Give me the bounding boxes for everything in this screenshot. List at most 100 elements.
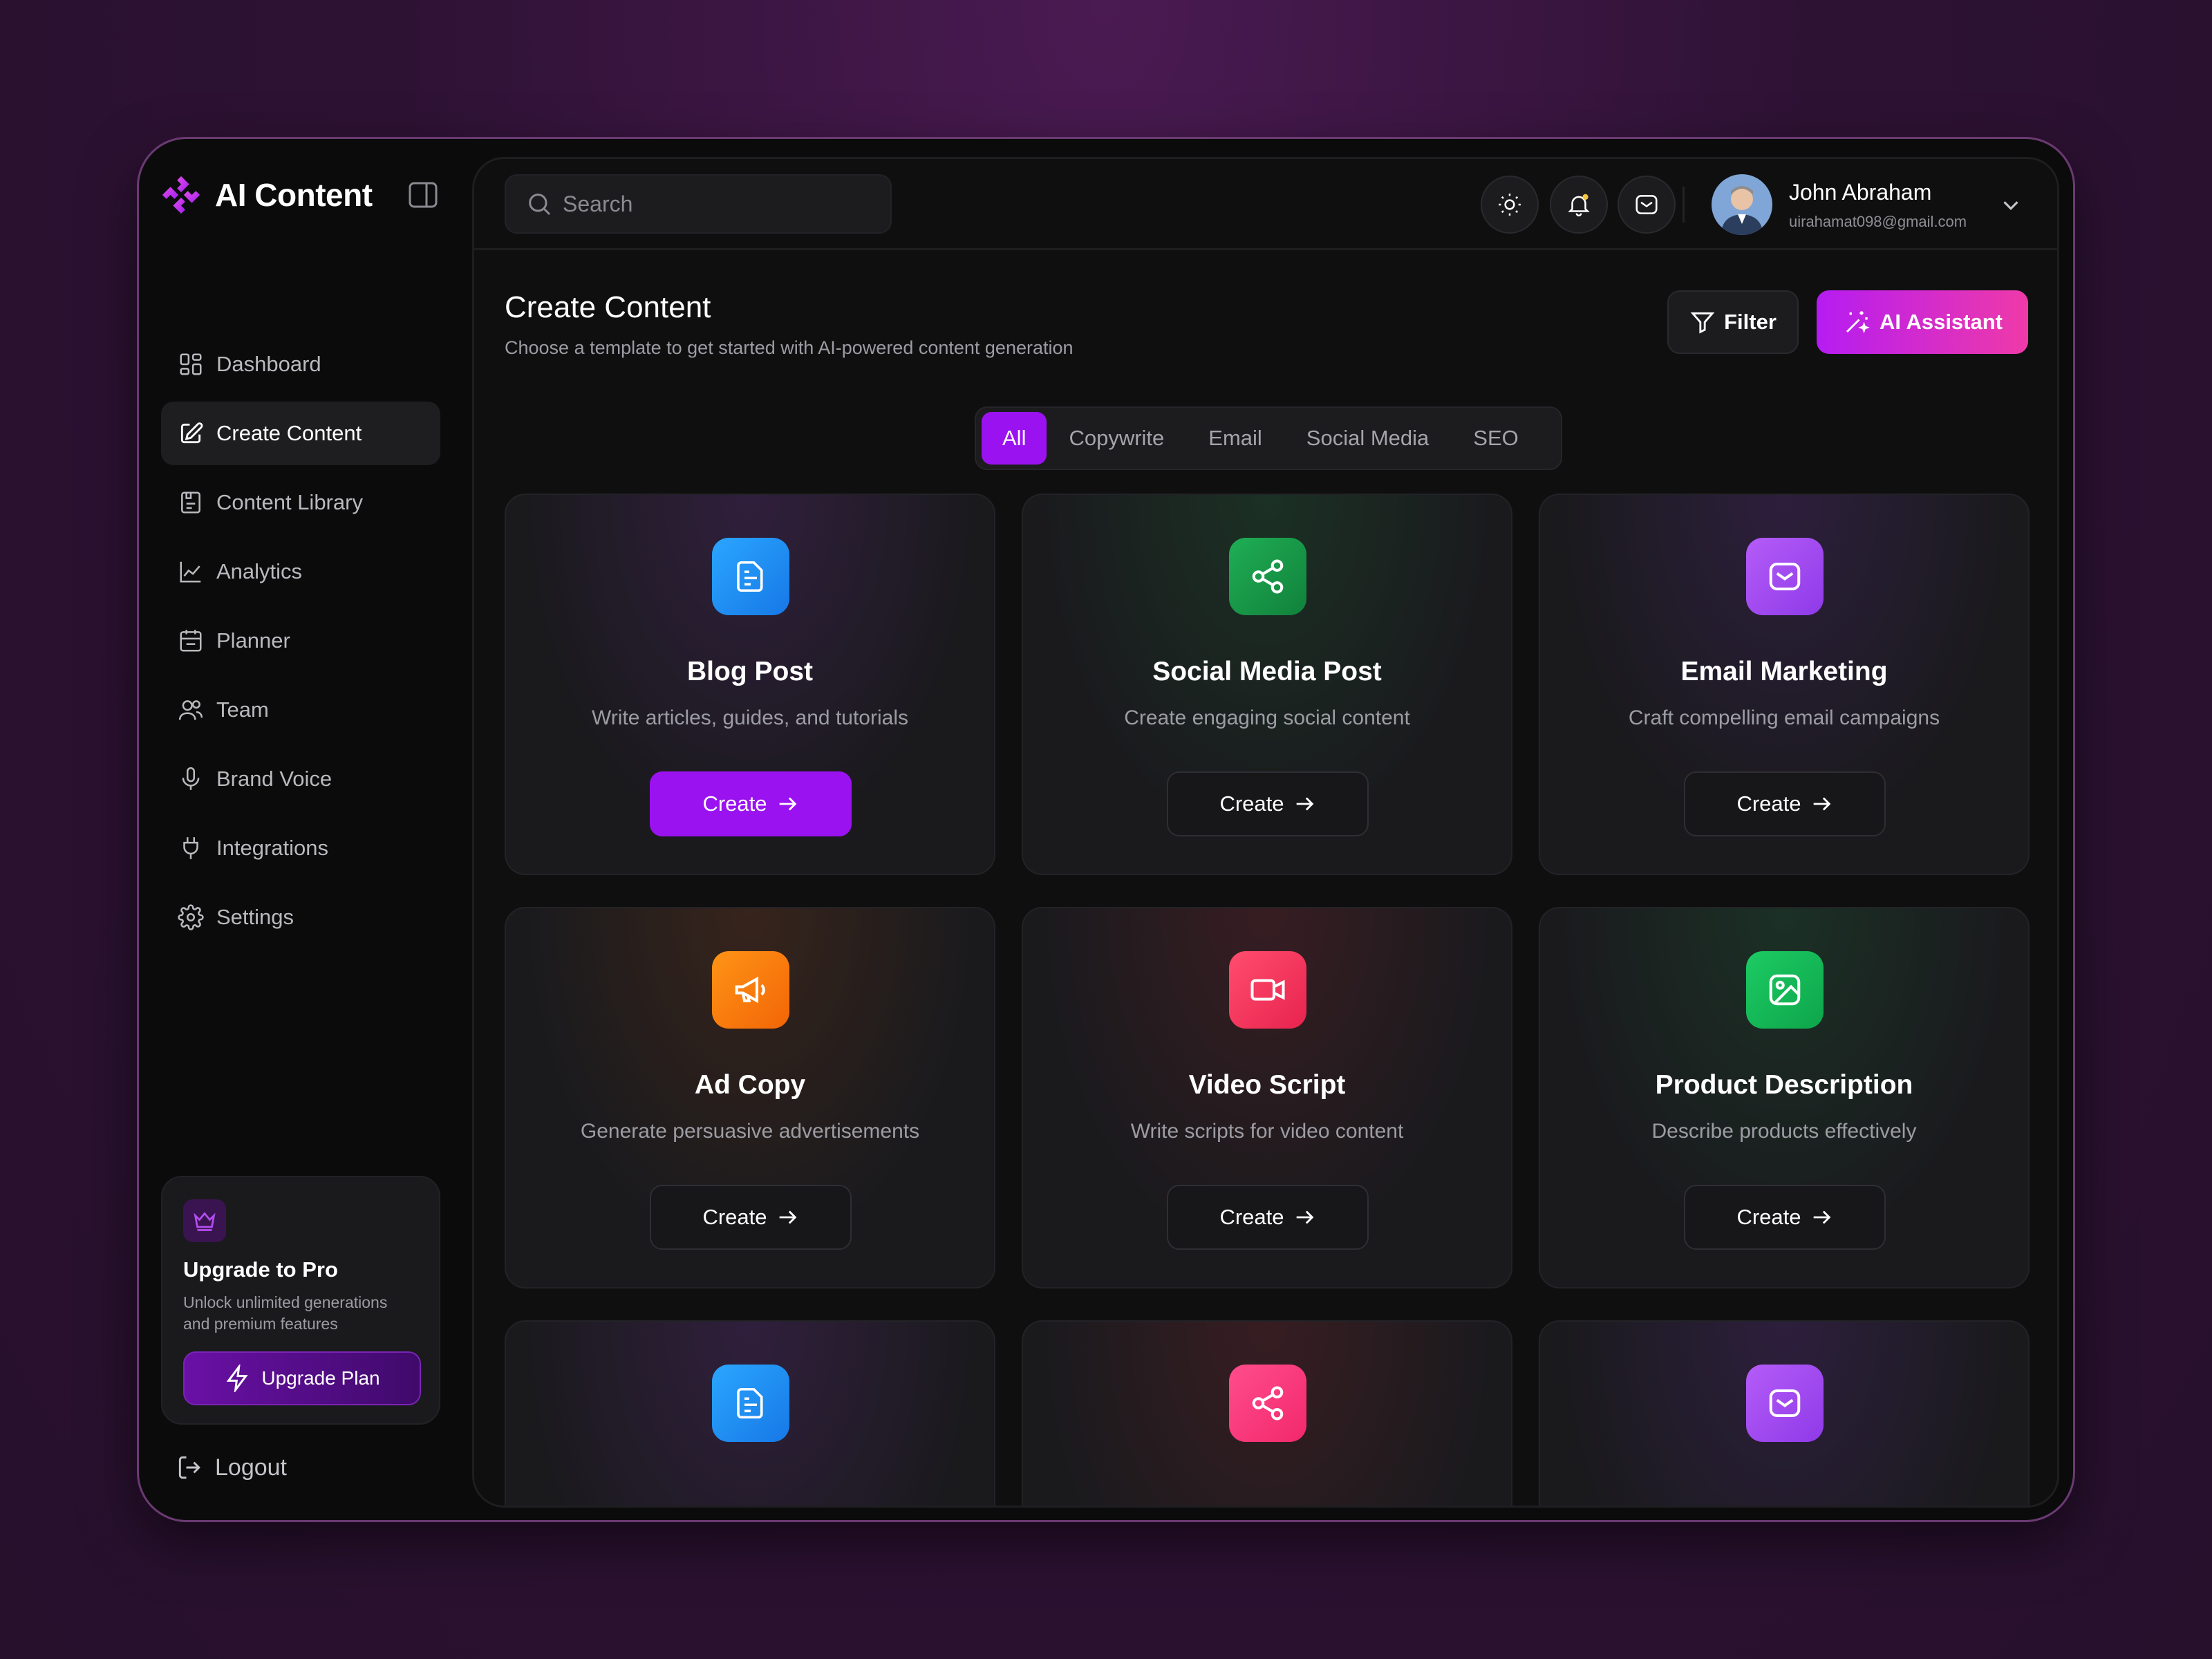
sidebar-item-settings[interactable]: Settings xyxy=(161,885,440,949)
search-icon xyxy=(529,194,551,216)
mail-icon xyxy=(1769,562,1801,591)
sidebar-item-label: Content Library xyxy=(216,490,363,514)
template-card-partial[interactable] xyxy=(1022,1320,1512,1506)
brand[interactable]: AI Content xyxy=(160,174,373,216)
upgrade-card: Upgrade to Pro Unlock unlimited generati… xyxy=(161,1176,440,1425)
arrow-right-icon xyxy=(1813,797,1830,811)
page-subtitle: Choose a template to get started with AI… xyxy=(505,337,1074,358)
sidebar-item-integrations[interactable]: Integrations xyxy=(161,816,440,880)
filter-button[interactable]: Filter xyxy=(1667,290,1799,354)
team-icon xyxy=(178,700,203,720)
upgrade-plan-button[interactable]: Upgrade Plan xyxy=(183,1351,421,1405)
template-card-email-marketing[interactable]: Email Marketing Craft compelling email c… xyxy=(1539,494,2030,875)
bell-icon xyxy=(1568,194,1590,217)
create-button[interactable]: Create xyxy=(1167,771,1369,836)
messages-button[interactable] xyxy=(1618,176,1676,234)
card-icon-box xyxy=(1746,951,1824,1029)
tab-all[interactable]: All xyxy=(982,412,1047,465)
sidebar-item-label: Dashboard xyxy=(216,352,321,376)
card-description: Generate persuasive advertisements xyxy=(580,1120,920,1143)
arrow-right-icon xyxy=(1813,1210,1830,1224)
template-card-ad-copy[interactable]: Ad Copy Generate persuasive advertisemen… xyxy=(505,907,995,1288)
card-title: Social Media Post xyxy=(1152,657,1382,686)
arrow-right-icon xyxy=(1296,797,1313,811)
create-button[interactable]: Create xyxy=(1684,1185,1886,1250)
card-description: Write scripts for video content xyxy=(1130,1120,1404,1143)
sidebar-item-team[interactable]: Team xyxy=(161,678,440,742)
create-label: Create xyxy=(702,1205,767,1229)
chevron-down-icon[interactable] xyxy=(1998,192,2024,218)
template-card-video-script[interactable]: Video Script Write scripts for video con… xyxy=(1022,907,1512,1288)
page-title: Create Content xyxy=(505,290,711,324)
filter-label: Filter xyxy=(1724,310,1777,334)
sidebar-item-brand-voice[interactable]: Brand Voice xyxy=(161,747,440,811)
search-placeholder: Search xyxy=(563,191,633,216)
card-icon-box xyxy=(1746,1365,1824,1442)
template-card-partial[interactable] xyxy=(505,1320,995,1506)
analytics-icon xyxy=(180,561,201,583)
sidebar-item-planner[interactable]: Planner xyxy=(161,609,440,673)
arrow-right-icon xyxy=(1296,1210,1313,1224)
card-title: Video Script xyxy=(1188,1070,1346,1100)
ai-assistant-button[interactable]: AI Assistant xyxy=(1817,290,2028,354)
arrow-right-icon xyxy=(779,1210,796,1224)
brand-name: AI Content xyxy=(215,177,373,213)
notifications-button[interactable] xyxy=(1550,176,1608,234)
ai-assistant-label: AI Assistant xyxy=(1879,310,2003,334)
user-name: John Abraham xyxy=(1789,180,1932,205)
sidebar-item-label: Create Content xyxy=(216,421,362,445)
card-title: Blog Post xyxy=(687,657,813,686)
tab-email[interactable]: Email xyxy=(1186,412,1284,465)
template-card-partial[interactable] xyxy=(1539,1320,2030,1506)
sidebar-item-label: Analytics xyxy=(216,559,303,583)
logout-icon xyxy=(178,1456,200,1479)
template-card-blog-post[interactable]: Blog Post Write articles, guides, and tu… xyxy=(505,494,995,875)
card-icon-box xyxy=(1746,538,1824,615)
logout-label: Logout xyxy=(215,1454,287,1481)
card-icon-box xyxy=(1229,1365,1306,1442)
sidebar-item-label: Team xyxy=(216,697,269,722)
sparkle-wand-icon xyxy=(1846,311,1870,334)
tab-social-media[interactable]: Social Media xyxy=(1284,412,1451,465)
edit-icon xyxy=(180,422,203,444)
card-title: Ad Copy xyxy=(694,1070,806,1100)
logout-button[interactable]: Logout xyxy=(175,1452,287,1483)
tab-seo[interactable]: SEO xyxy=(1451,412,1540,465)
card-icon-box xyxy=(712,1365,789,1442)
create-button[interactable]: Create xyxy=(650,1185,852,1250)
category-tabs: All Copywrite Email Social Media SEO xyxy=(975,406,1562,470)
share-icon xyxy=(1252,1386,1284,1421)
mail-icon xyxy=(1635,195,1658,214)
app-window: AI Content Dashboard Create Content Cont… xyxy=(137,137,2075,1522)
document-icon xyxy=(737,561,763,592)
sidebar: AI Content Dashboard Create Content Cont… xyxy=(139,139,464,1520)
sidebar-item-create-content[interactable]: Create Content xyxy=(161,402,440,465)
create-button[interactable]: Create xyxy=(650,771,852,836)
sidebar-item-label: Integrations xyxy=(216,836,328,860)
card-icon-box xyxy=(1229,951,1306,1029)
create-button[interactable]: Create xyxy=(1684,771,1886,836)
library-icon xyxy=(181,491,200,514)
image-icon xyxy=(1769,974,1801,1006)
card-description: Create engaging social content xyxy=(1124,706,1410,729)
theme-toggle-button[interactable] xyxy=(1481,176,1539,234)
calendar-icon xyxy=(180,630,202,652)
sidebar-item-dashboard[interactable]: Dashboard xyxy=(161,332,440,396)
upgrade-title: Upgrade to Pro xyxy=(183,1257,338,1282)
tab-copywrite[interactable]: Copywrite xyxy=(1047,412,1186,465)
avatar[interactable] xyxy=(1712,174,1772,235)
microphone-icon xyxy=(182,767,200,790)
search-input[interactable]: Search xyxy=(505,174,892,234)
card-description: Describe products effectively xyxy=(1651,1120,1917,1143)
sidebar-item-content-library[interactable]: Content Library xyxy=(161,471,440,534)
template-card-product-description[interactable]: Product Description Describe products ef… xyxy=(1539,907,2030,1288)
sidebar-toggle-icon[interactable] xyxy=(409,182,438,208)
upgrade-desc-line-2: and premium features xyxy=(183,1315,338,1333)
create-label: Create xyxy=(702,791,767,816)
create-label: Create xyxy=(1219,791,1284,816)
sidebar-item-analytics[interactable]: Analytics xyxy=(161,540,440,603)
template-card-social-media-post[interactable]: Social Media Post Create engaging social… xyxy=(1022,494,1512,875)
upgrade-description: Unlock unlimited generations and premium… xyxy=(183,1292,418,1335)
document-icon xyxy=(737,1387,763,1419)
create-button[interactable]: Create xyxy=(1167,1185,1369,1250)
